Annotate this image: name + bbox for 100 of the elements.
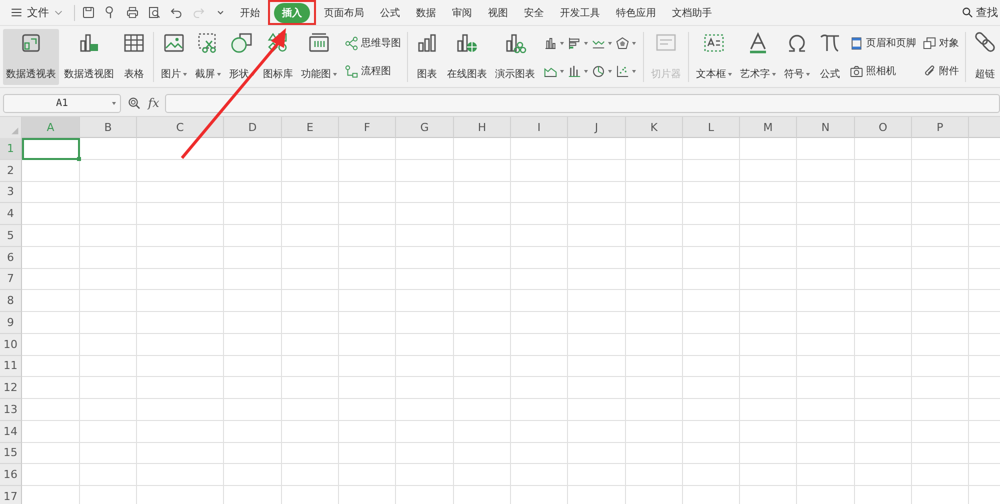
grid-cell[interactable] (511, 334, 568, 356)
grid-cell[interactable] (511, 246, 568, 268)
grid-cell[interactable] (282, 356, 339, 378)
menu-tab[interactable]: 插入 (274, 2, 310, 22)
grid-cell[interactable] (137, 442, 224, 464)
ribbon-button[interactable]: 截屏 (192, 29, 224, 85)
column-header[interactable]: B (80, 117, 137, 138)
grid-cell[interactable] (137, 182, 224, 204)
grid-cell[interactable] (626, 225, 683, 247)
row-header[interactable]: 2 (0, 160, 22, 182)
ribbon-button[interactable]: 图标库 (260, 29, 296, 85)
grid-cell[interactable] (912, 138, 969, 160)
grid-cell[interactable] (80, 399, 137, 421)
grid-cell[interactable] (855, 268, 912, 290)
grid-cell[interactable] (740, 420, 797, 442)
grid-cell[interactable] (80, 377, 137, 399)
grid-cell[interactable] (137, 203, 224, 225)
grid-cell[interactable] (137, 225, 224, 247)
grid-cell[interactable] (797, 268, 855, 290)
grid-cell[interactable] (797, 420, 855, 442)
grid-cell[interactable] (396, 442, 454, 464)
menu-tab[interactable]: 数据 (408, 2, 444, 22)
grid-cell[interactable] (912, 160, 969, 182)
grid-cell[interactable] (568, 399, 626, 421)
grid-cell[interactable] (683, 160, 740, 182)
grid-cell[interactable] (396, 138, 454, 160)
grid-cell[interactable] (683, 203, 740, 225)
grid-cell[interactable] (80, 312, 137, 334)
grid-cell[interactable] (339, 399, 396, 421)
grid-cell[interactable] (740, 160, 797, 182)
grid-cell[interactable] (568, 268, 626, 290)
menu-tab[interactable]: 开发工具 (552, 2, 608, 22)
grid-cell[interactable] (454, 377, 511, 399)
grid-cell[interactable] (511, 138, 568, 160)
grid-cell[interactable] (137, 334, 224, 356)
grid-cell[interactable] (912, 442, 969, 464)
grid-cell[interactable] (568, 377, 626, 399)
grid-cell[interactable] (454, 268, 511, 290)
grid-cell[interactable] (855, 225, 912, 247)
grid-cell[interactable] (137, 399, 224, 421)
ribbon-button[interactable]: 演示图表 (492, 29, 538, 85)
grid-cell[interactable] (797, 356, 855, 378)
grid-cell[interactable] (454, 225, 511, 247)
grid-cell[interactable] (740, 203, 797, 225)
grid-cell[interactable] (454, 356, 511, 378)
ribbon-button[interactable]: 数据透视图 (61, 29, 117, 85)
row-header[interactable]: 17 (0, 486, 22, 504)
grid-cell[interactable] (797, 290, 855, 312)
row-header[interactable]: 5 (0, 225, 22, 247)
grid-cell[interactable] (22, 203, 80, 225)
grid-cell[interactable] (396, 377, 454, 399)
grid-cell[interactable] (797, 464, 855, 486)
grid-cell[interactable] (339, 377, 396, 399)
row-header[interactable]: 4 (0, 203, 22, 225)
grid-cell[interactable] (282, 246, 339, 268)
row-header[interactable]: 13 (0, 399, 22, 421)
grid-cell[interactable] (797, 225, 855, 247)
grid-cell[interactable] (137, 138, 224, 160)
save-icon[interactable] (81, 5, 96, 20)
grid-cell[interactable] (568, 246, 626, 268)
grid-cell[interactable] (855, 312, 912, 334)
grid-cell[interactable] (137, 420, 224, 442)
column-header[interactable]: K (626, 117, 683, 138)
grid-cell[interactable] (912, 377, 969, 399)
grid-cell[interactable] (22, 334, 80, 356)
chart-type-button[interactable] (543, 36, 564, 50)
grid-cell[interactable] (22, 464, 80, 486)
grid-cell[interactable] (396, 225, 454, 247)
ribbon-button[interactable]: 在线图表 (444, 29, 490, 85)
grid-cell[interactable] (137, 246, 224, 268)
column-header[interactable]: C (137, 117, 224, 138)
grid-cell[interactable] (855, 334, 912, 356)
grid-cell[interactable] (22, 442, 80, 464)
grid-cell[interactable] (740, 377, 797, 399)
menu-tab[interactable]: 文档助手 (664, 2, 720, 22)
grid-cell[interactable] (912, 334, 969, 356)
grid-cell[interactable] (740, 464, 797, 486)
grid-cell[interactable] (855, 203, 912, 225)
grid-cell[interactable] (511, 442, 568, 464)
grid-cell[interactable] (568, 312, 626, 334)
grid-cell[interactable] (912, 182, 969, 204)
grid-cell[interactable] (396, 160, 454, 182)
grid-cell[interactable] (626, 203, 683, 225)
grid-cell[interactable] (22, 290, 80, 312)
grid-cell[interactable] (22, 246, 80, 268)
grid-cell[interactable] (797, 160, 855, 182)
grid-cell[interactable] (282, 160, 339, 182)
grid-cell[interactable] (683, 377, 740, 399)
grid-cell[interactable] (454, 464, 511, 486)
row-header[interactable]: 9 (0, 312, 22, 334)
grid-cell[interactable] (282, 377, 339, 399)
grid-cell[interactable] (511, 203, 568, 225)
grid-cell[interactable] (626, 160, 683, 182)
grid-cell[interactable] (454, 290, 511, 312)
grid-cell[interactable] (454, 399, 511, 421)
grid-cell[interactable] (339, 160, 396, 182)
grid-cell[interactable] (683, 442, 740, 464)
column-header[interactable]: H (454, 117, 511, 138)
grid-cell[interactable] (912, 399, 969, 421)
grid-cell[interactable] (282, 290, 339, 312)
